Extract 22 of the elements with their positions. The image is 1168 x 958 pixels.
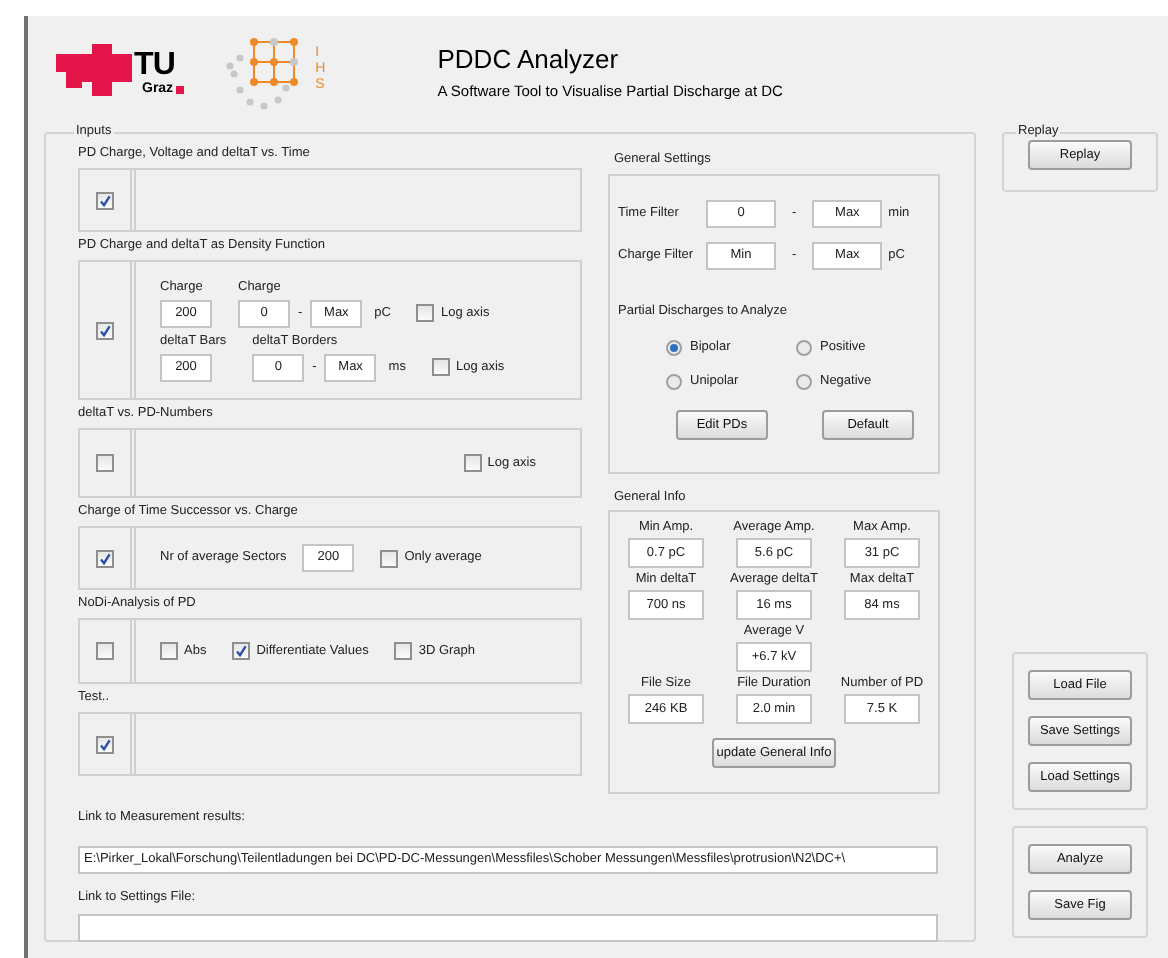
checkbox[interactable] [232, 642, 251, 660]
tu-logo-drawing [56, 44, 132, 96]
checkbox[interactable] [96, 454, 114, 472]
checkbox[interactable] [96, 191, 114, 209]
checkbox[interactable] [394, 642, 413, 660]
checkbox[interactable] [463, 454, 482, 472]
checkbox[interactable] [96, 642, 114, 660]
checkbox[interactable] [431, 358, 450, 376]
logo-square-icon [175, 85, 184, 93]
input-field[interactable] [78, 914, 938, 942]
checkbox[interactable] [416, 304, 435, 322]
app-title: PDDC Analyzer [437, 43, 621, 77]
checkbox[interactable] [96, 549, 114, 567]
radio-button[interactable] [796, 340, 812, 356]
radio-button[interactable] [796, 374, 812, 390]
checkbox[interactable] [160, 642, 178, 660]
radio-button[interactable] [666, 340, 682, 356]
radio-button[interactable] [666, 374, 682, 390]
checkbox[interactable] [380, 549, 399, 567]
logo-text: TU [134, 50, 178, 82]
checkbox[interactable] [96, 735, 114, 753]
checkbox[interactable] [96, 321, 114, 339]
